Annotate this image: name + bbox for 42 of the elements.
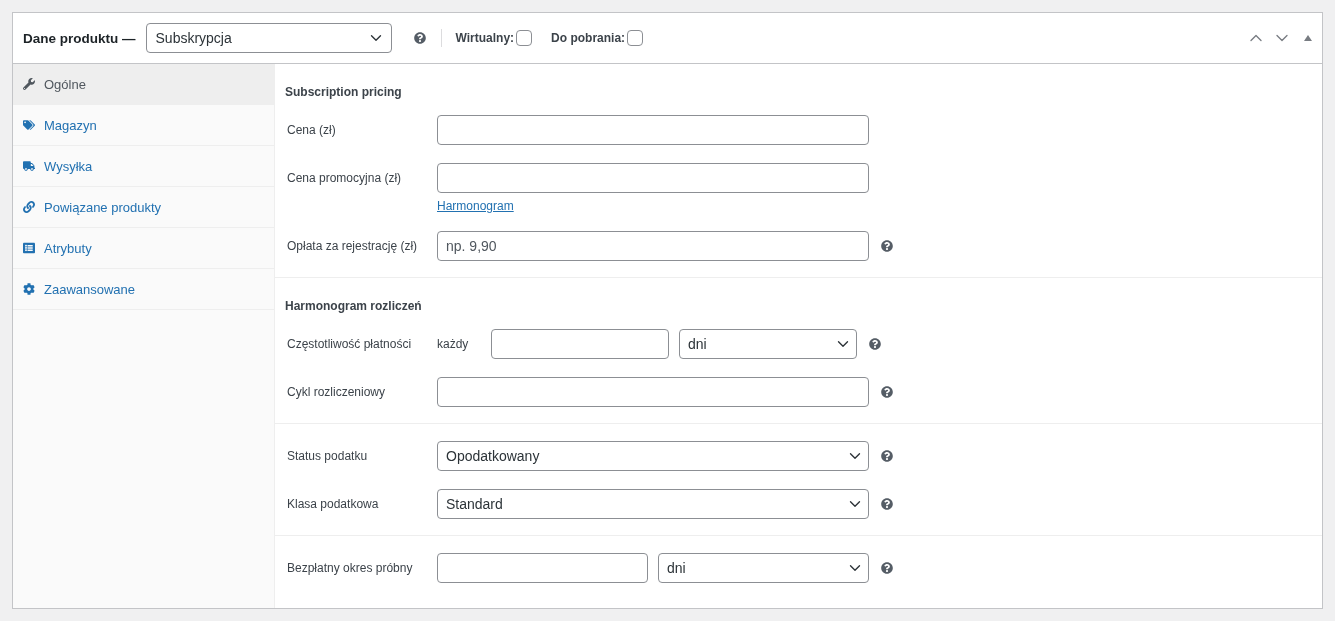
- dropdown[interactable]: dni: [679, 329, 857, 359]
- schedule-link[interactable]: Harmonogram: [437, 199, 514, 213]
- dropdown[interactable]: dni: [658, 553, 869, 583]
- panel-title: Dane produktu —: [23, 30, 136, 46]
- tab-icon: [23, 201, 35, 213]
- help-icon[interactable]: [881, 562, 893, 574]
- dropdown[interactable]: Opodatkowany: [437, 441, 869, 471]
- field-label: Bezpłatny okres próbny: [287, 560, 414, 575]
- sidebar-tab[interactable]: Ogólne: [13, 64, 274, 105]
- option-checkbox-label[interactable]: Do pobrania:: [551, 30, 644, 46]
- help-icon[interactable]: [881, 240, 893, 252]
- section-heading: Harmonogram rozliczeń: [284, 298, 423, 315]
- product-type-dropdown[interactable]: Subskrypcja: [145, 23, 392, 53]
- tab-icon: [23, 78, 35, 90]
- field-label: Cykl rozliczeniowy: [287, 384, 387, 399]
- option-checkbox-label[interactable]: Wirtualny:: [455, 30, 533, 46]
- checkbox[interactable]: [516, 30, 533, 46]
- tab-icon: [23, 119, 35, 131]
- text-field[interactable]: [491, 329, 669, 359]
- tab-icon: [23, 242, 35, 254]
- help-icon[interactable]: [413, 32, 426, 44]
- text-field[interactable]: [437, 115, 869, 145]
- text-field[interactable]: [437, 377, 869, 407]
- section-heading: Subscription pricing: [284, 84, 403, 101]
- field-label: Opłata za rejestrację (zł): [287, 238, 419, 253]
- help-icon[interactable]: [869, 338, 881, 350]
- field-prefix: każdy: [437, 337, 470, 351]
- dropdown[interactable]: Standard: [437, 489, 869, 519]
- triangle-up-icon[interactable]: [1304, 35, 1312, 41]
- help-icon[interactable]: [881, 498, 893, 510]
- field-label: Cena promocyjna (zł): [287, 170, 403, 185]
- text-field[interactable]: np. 9,90: [437, 231, 869, 261]
- field-label: Cena (zł): [287, 122, 337, 137]
- field-label: Status podatku: [287, 448, 369, 463]
- help-icon[interactable]: [881, 386, 893, 398]
- field-label: Klasa podatkowa: [287, 496, 380, 511]
- help-icon[interactable]: [881, 450, 893, 462]
- tab-icon: [23, 283, 35, 295]
- text-field[interactable]: [437, 553, 648, 583]
- checkbox[interactable]: [627, 30, 644, 46]
- text-field[interactable]: [437, 163, 869, 193]
- tab-icon: [23, 160, 35, 172]
